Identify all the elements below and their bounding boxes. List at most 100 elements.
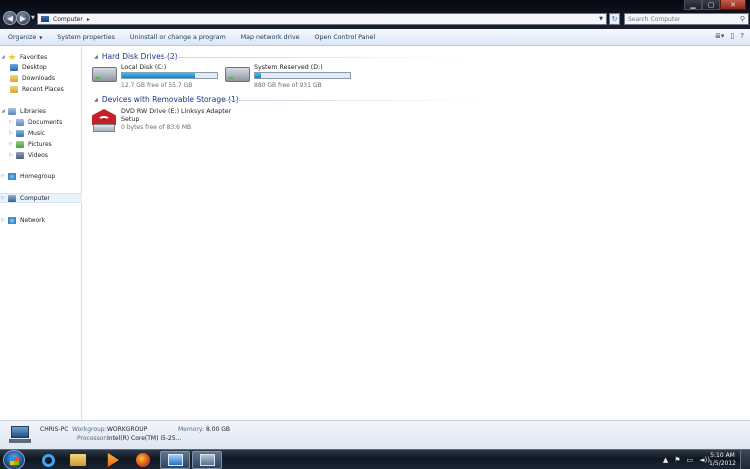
- nav-downloads[interactable]: Downloads: [0, 73, 82, 83]
- nav-label: Favorites: [20, 53, 48, 61]
- computer-screen-icon: [11, 426, 29, 438]
- clock-date: 1/5/2012: [709, 460, 736, 467]
- hard-drive-icon: [225, 67, 250, 82]
- nav-label: Computer: [20, 194, 50, 202]
- back-arrow-icon: ◀: [6, 13, 14, 23]
- expand-chevron-icon[interactable]: ▷: [0, 173, 6, 179]
- taskbar-media-player[interactable]: [97, 451, 127, 469]
- expand-chevron-icon[interactable]: ▷: [0, 195, 6, 201]
- organize-button[interactable]: Organize ▼: [8, 34, 42, 41]
- open-control-panel-button[interactable]: Open Control Panel: [315, 34, 376, 41]
- breadcrumb-separator[interactable]: ▸: [87, 16, 90, 23]
- nav-computer[interactable]: ▷ Computer: [0, 193, 82, 203]
- nav-music[interactable]: ▷ Music: [0, 128, 82, 138]
- minimize-button[interactable]: ▁: [684, 0, 702, 10]
- hard-drive-icon: [92, 67, 117, 82]
- workgroup-value: WORKGROUP: [107, 426, 148, 433]
- nav-pictures[interactable]: ▷ Pictures: [0, 139, 82, 149]
- drive-system-reserved-d[interactable]: System Reserved (D:) 880 GB free of 931 …: [225, 64, 355, 98]
- explorer-window-icon: [199, 454, 215, 466]
- expand-chevron-icon[interactable]: ▷: [8, 119, 14, 125]
- usage-bar: [254, 72, 351, 79]
- taskbar-internet-explorer[interactable]: [33, 451, 63, 469]
- refresh-button[interactable]: ↻: [609, 13, 620, 25]
- preview-pane-icon[interactable]: ▯: [730, 32, 734, 40]
- internet-explorer-icon: [41, 453, 55, 467]
- nav-label: Libraries: [20, 107, 46, 115]
- expand-chevron-icon[interactable]: ▷: [0, 217, 6, 223]
- network-tray-icon[interactable]: ▭: [687, 456, 694, 464]
- address-dropdown-icon[interactable]: ▼: [599, 16, 603, 22]
- show-hidden-icons-icon[interactable]: ▲: [663, 456, 668, 464]
- navigation-pane: ◢ Favorites Desktop Downloads Recent Plac…: [0, 47, 82, 420]
- system-properties-button[interactable]: System properties: [57, 34, 115, 41]
- computer-base-icon: [9, 439, 31, 443]
- clock[interactable]: 5:10 AM 1/5/2012: [709, 452, 736, 468]
- action-center-flag-icon[interactable]: ⚑: [674, 456, 680, 464]
- homegroup-icon: [8, 172, 16, 180]
- collapse-chevron-icon[interactable]: ◢: [94, 97, 98, 103]
- taskbar-windows-explorer[interactable]: [63, 451, 93, 469]
- maximize-button[interactable]: ▢: [702, 0, 720, 10]
- search-box[interactable]: ⚲: [624, 13, 749, 25]
- taskbar-computer-window[interactable]: [192, 451, 222, 469]
- processor-label: Processor:: [77, 435, 108, 442]
- search-input[interactable]: [628, 15, 738, 23]
- nav-label: Pictures: [28, 140, 52, 148]
- address-path[interactable]: Computer: [53, 16, 83, 23]
- nav-label: Documents: [28, 118, 63, 126]
- close-button[interactable]: ✕: [720, 0, 746, 10]
- nav-desktop[interactable]: Desktop: [0, 62, 82, 72]
- nav-network[interactable]: ▷ Network: [0, 215, 82, 225]
- recent-pages-dropdown[interactable]: ▼: [31, 15, 35, 21]
- nav-label: Downloads: [22, 74, 55, 82]
- folder-icon: [70, 454, 86, 466]
- control-panel-icon: [167, 454, 183, 466]
- taskbar-firefox[interactable]: [128, 451, 158, 469]
- back-button[interactable]: ◀: [3, 11, 17, 25]
- organize-label: Organize: [8, 33, 37, 41]
- documents-icon: [16, 118, 24, 126]
- expand-chevron-icon[interactable]: ◢: [0, 54, 6, 60]
- nav-label: Videos: [28, 151, 48, 159]
- nav-favorites[interactable]: ◢ Favorites: [0, 52, 82, 62]
- drive-local-disk-c[interactable]: Local Disk (C:) 12.7 GB free of 55.7 GB: [92, 64, 222, 98]
- taskbar-control-panel[interactable]: [160, 451, 190, 469]
- expand-chevron-icon[interactable]: ▷: [8, 141, 14, 147]
- removable-storage-group-header[interactable]: ◢ Devices with Removable Storage (1): [94, 95, 239, 104]
- taskbar: ▲ ⚑ ▭ ◄)) 5:10 AM 1/5/2012: [0, 449, 750, 469]
- change-view-icon[interactable]: ≣▾: [715, 32, 724, 40]
- nav-homegroup[interactable]: ▷ Homegroup: [0, 171, 82, 181]
- nav-videos[interactable]: ▷ Videos: [0, 150, 82, 160]
- drive-dvd-rw-e[interactable]: DVD RW Drive (E:) Linksys Adapter Setup …: [92, 108, 242, 142]
- recent-places-icon: [10, 85, 18, 93]
- forward-button[interactable]: ▶: [16, 11, 30, 25]
- collapse-chevron-icon[interactable]: ◢: [94, 54, 98, 60]
- uninstall-program-button[interactable]: Uninstall or change a program: [130, 34, 226, 41]
- network-icon: [8, 216, 16, 224]
- group-title: Devices with Removable Storage (1): [101, 95, 239, 104]
- nav-recent-places[interactable]: Recent Places: [0, 84, 82, 94]
- search-icon[interactable]: ⚲: [740, 15, 745, 23]
- nav-documents[interactable]: ▷ Documents: [0, 117, 82, 127]
- star-icon: [8, 53, 16, 60]
- show-desktop-button[interactable]: [740, 450, 750, 469]
- map-network-drive-button[interactable]: Map network drive: [241, 34, 300, 41]
- drive-name: DVD RW Drive (E:) Linksys Adapter: [121, 108, 232, 115]
- usage-bar: [121, 72, 218, 79]
- videos-icon: [16, 151, 24, 159]
- start-button[interactable]: [3, 450, 25, 469]
- help-icon[interactable]: ?: [740, 32, 744, 40]
- dvd-drive-icon: [92, 109, 117, 133]
- free-space-text: 12.7 GB free of 55.7 GB: [121, 82, 193, 89]
- expand-chevron-icon[interactable]: ▷: [8, 130, 14, 136]
- expand-chevron-icon[interactable]: ◢: [0, 108, 6, 114]
- address-bar[interactable]: Computer ▸ ▼: [37, 13, 607, 25]
- nav-label: Homegroup: [20, 172, 56, 180]
- music-icon: [16, 129, 24, 137]
- nav-label: Network: [20, 216, 46, 224]
- nav-libraries[interactable]: ◢ Libraries: [0, 106, 82, 116]
- expand-chevron-icon[interactable]: ▷: [8, 152, 14, 158]
- media-player-icon: [107, 453, 119, 467]
- downloads-folder-icon: [10, 74, 18, 82]
